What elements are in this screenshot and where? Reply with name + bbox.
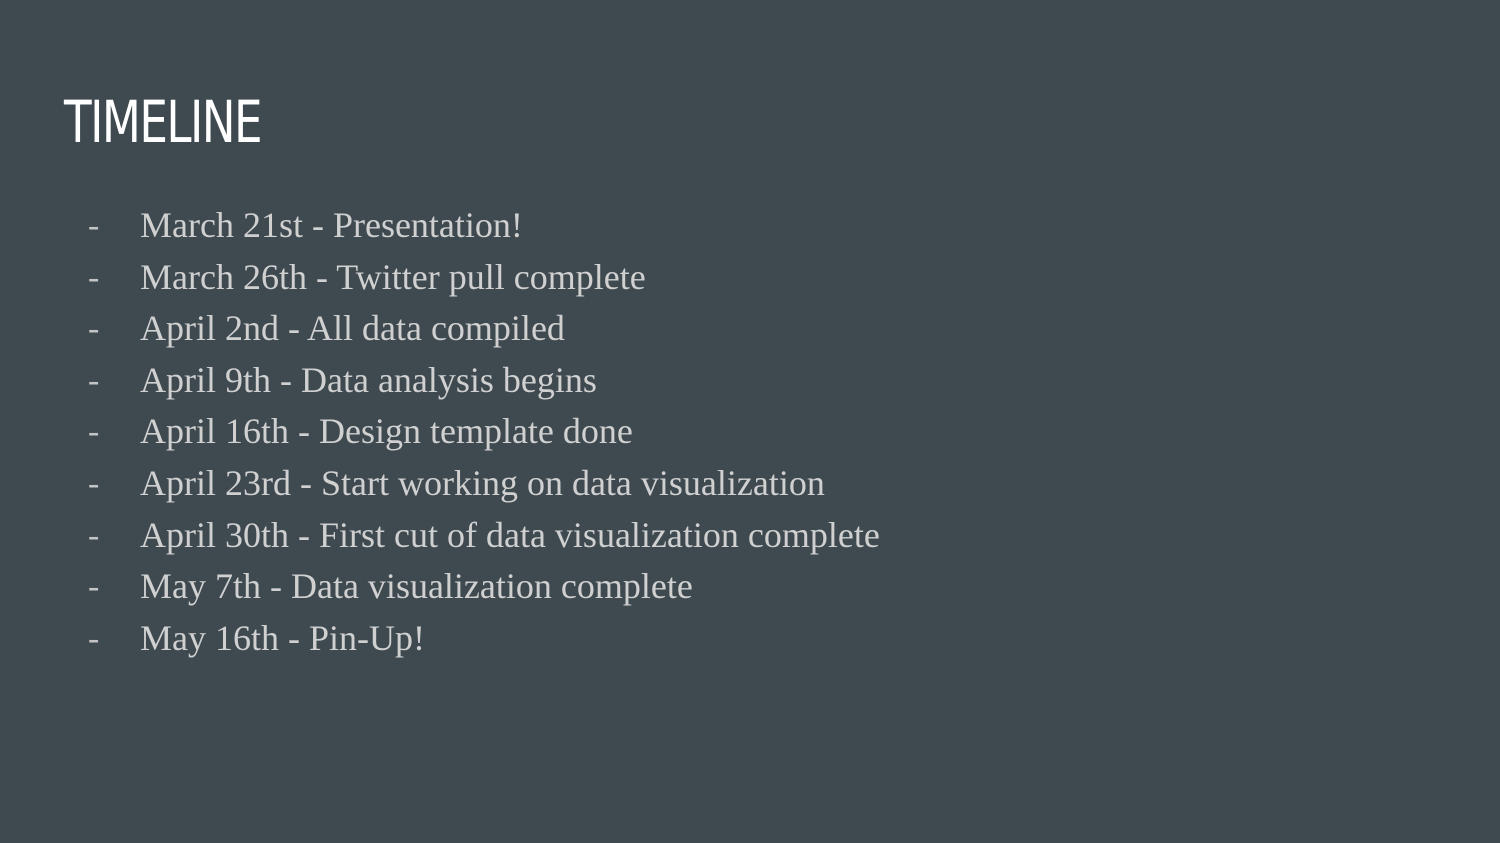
timeline-item-text: April 30th - First cut of data visualiza… <box>140 514 880 555</box>
bullet-dash: - <box>88 464 100 502</box>
timeline-item-text: April 23rd - Start working on data visua… <box>140 462 825 503</box>
slide: TIMELINE - March 21st - Presentation! - … <box>0 0 1500 843</box>
timeline-item-text: May 16th - Pin-Up! <box>140 617 425 658</box>
bullet-dash: - <box>88 310 100 348</box>
timeline-item-text: April 9th - Data analysis begins <box>140 359 597 400</box>
bullet-dash: - <box>88 413 100 451</box>
bullet-dash: - <box>88 258 100 296</box>
timeline-item-text: May 7th - Data visualization complete <box>140 566 693 607</box>
timeline-item-text: April 16th - Design template done <box>140 411 633 452</box>
timeline-item-text: April 2nd - All data compiled <box>140 308 565 349</box>
slide-title: TIMELINE <box>64 88 263 156</box>
bullet-dash: - <box>88 207 100 244</box>
bullet-dash: - <box>88 619 100 657</box>
bullet-dash: - <box>88 516 100 554</box>
timeline-item-text: March 26th - Twitter pull complete <box>140 256 646 297</box>
timeline-item-text: March 21st - Presentation! <box>140 205 523 245</box>
bullet-dash: - <box>88 568 100 606</box>
bullet-dash: - <box>88 361 100 399</box>
